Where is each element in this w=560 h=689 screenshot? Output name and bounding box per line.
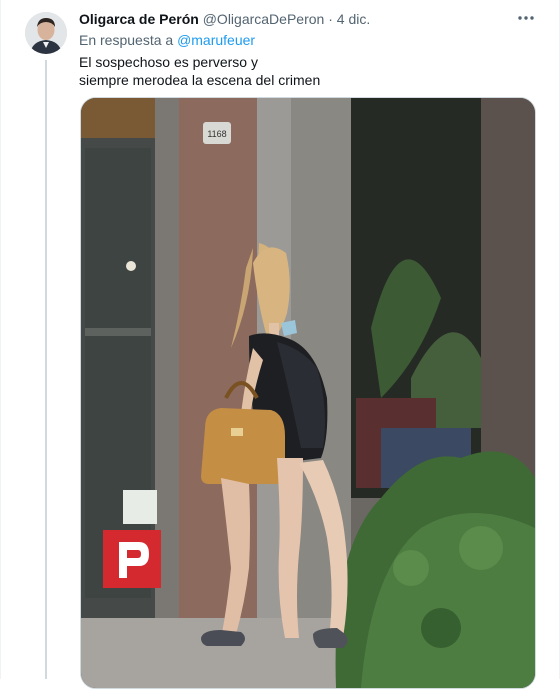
reply-mention-link[interactable]: @marufeuer — [177, 32, 255, 48]
tweet-date[interactable]: 4 dic. — [337, 11, 370, 27]
tweet-text-line: El sospechoso es perverso y — [79, 54, 258, 70]
tweet-text-line: siempre merodea la escena del crimen — [79, 72, 321, 88]
reply-context: En respuesta a @marufeuer — [79, 32, 255, 48]
more-dots-icon — [518, 16, 534, 20]
tweet-text: El sospechoso es perverso y siempre mero… — [79, 53, 320, 89]
tweet-photo[interactable]: 1168 — [80, 97, 536, 689]
separator-dot: · — [328, 11, 333, 27]
more-options-button[interactable] — [512, 6, 540, 30]
avatar[interactable] — [25, 12, 67, 54]
display-name[interactable]: Oligarca de Perón — [79, 11, 199, 27]
user-handle[interactable]: @OligarcaDePeron — [203, 11, 325, 27]
profile-photo-icon — [25, 12, 67, 54]
tweet-header: Oligarca de Perón @OligarcaDePeron · 4 d… — [79, 11, 370, 27]
thread-line — [45, 60, 47, 679]
door-number-label: 1168 — [207, 129, 226, 139]
street-photo-image: 1168 — [81, 98, 535, 688]
reply-prefix: En respuesta a — [79, 32, 174, 48]
